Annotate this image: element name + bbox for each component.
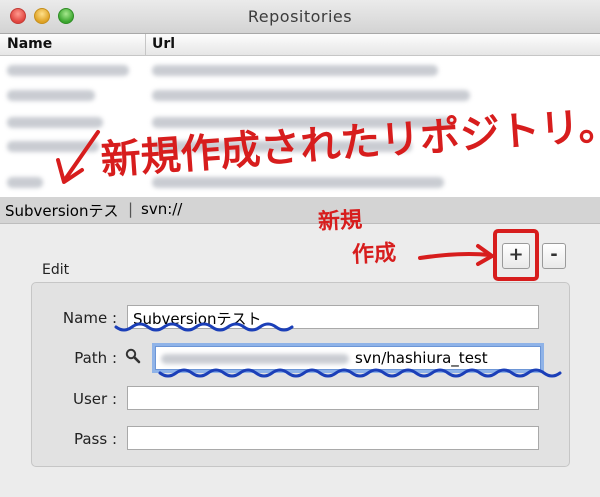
name-label: Name : — [62, 309, 117, 327]
table-row-selected[interactable]: Subversionテス | svn:// — [0, 197, 600, 223]
path-field-value: svn/hashiura_test — [355, 349, 488, 367]
pass-field[interactable] — [127, 426, 539, 450]
repositories-window: Repositories Name Url Subversionテス | svn… — [0, 0, 600, 497]
annotation-new-line1: 新規 — [317, 207, 363, 236]
edit-group-label: Edit — [42, 262, 70, 278]
column-header-name[interactable]: Name — [7, 36, 52, 52]
blurred-name-cell — [7, 90, 95, 101]
window-title: Repositories — [247, 7, 353, 26]
selected-row-name: Subversionテス — [5, 202, 119, 220]
user-label: User : — [72, 390, 117, 408]
path-label: Path : — [74, 349, 117, 367]
pass-label: Pass : — [73, 430, 117, 448]
row-column-divider: | — [128, 200, 134, 218]
user-field[interactable] — [127, 386, 539, 410]
name-field[interactable]: Subversionテスト — [127, 305, 539, 329]
title-bar: Repositories — [0, 0, 600, 34]
add-repository-button[interactable]: + — [502, 243, 530, 269]
table-row[interactable] — [0, 170, 600, 194]
blurred-name-cell — [7, 117, 103, 128]
annotation-arrow-right-icon — [418, 252, 492, 260]
column-divider[interactable] — [145, 34, 146, 55]
table-header: Name Url — [0, 34, 600, 56]
table-row[interactable] — [0, 58, 600, 82]
remove-repository-button[interactable]: - — [542, 243, 566, 269]
magnifier-icon[interactable] — [125, 348, 141, 364]
blurred-name-cell — [7, 177, 43, 188]
annotation-arrowhead-right-icon — [476, 244, 494, 266]
blurred-name-cell — [7, 141, 99, 152]
blurred-path-prefix — [161, 353, 349, 364]
blurred-url-cell — [152, 65, 438, 76]
annotation-new-line2: 作成 — [351, 240, 397, 269]
blurred-url-cell — [152, 90, 470, 101]
path-field[interactable]: svn/hashiura_test — [155, 346, 541, 370]
blurred-name-cell — [7, 65, 129, 76]
column-header-url[interactable]: Url — [152, 36, 175, 52]
selected-row-url: svn:// — [141, 200, 183, 218]
